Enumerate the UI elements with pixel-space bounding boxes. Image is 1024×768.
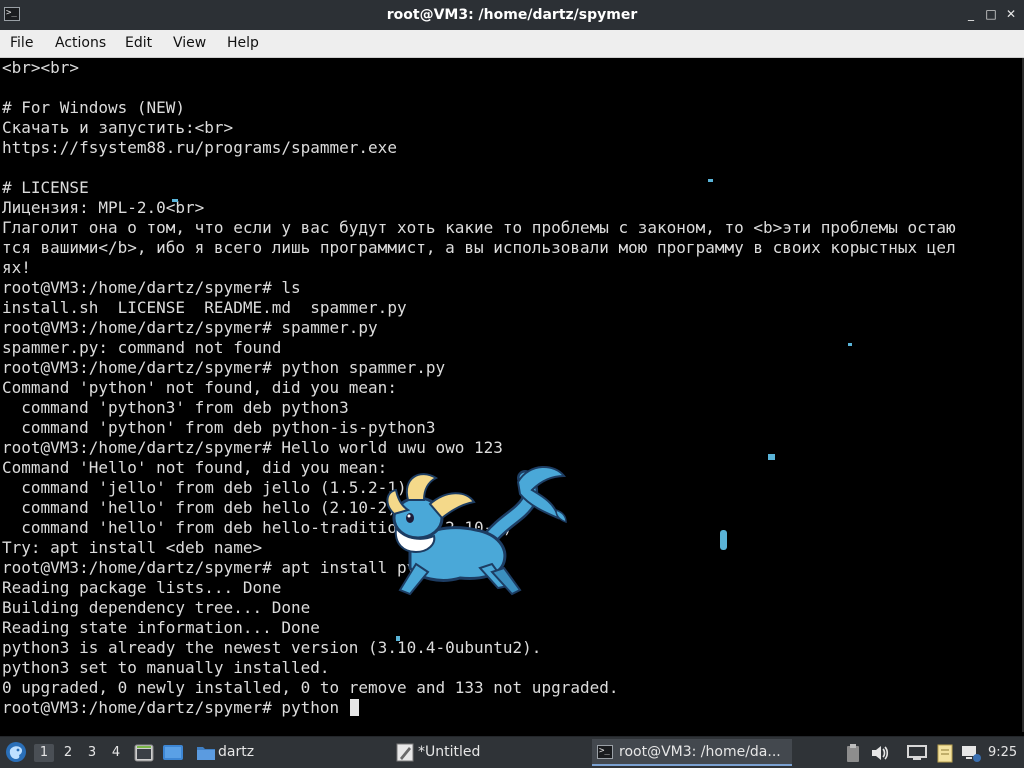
window-title: root@VM3: /home/dartz/spymer [386,7,638,23]
clock[interactable]: 9:25 [988,744,1017,762]
clipboard-icon[interactable] [845,743,861,763]
menu-help[interactable]: Help [227,35,259,51]
task-terminal[interactable]: >_ root@VM3: /home/da... [592,739,792,766]
terminal-line: install.sh LICENSE README.md spammer.py [2,298,407,317]
terminal-line: command 'jello' from deb jello (1.5.2-1) [2,478,407,497]
terminal-line: root@VM3:/home/dartz/spymer# Hello world… [2,438,503,457]
window-titlebar[interactable]: >_ root@VM3: /home/dartz/spymer _ □ ✕ [0,0,1024,30]
terminal-line: command 'python' from deb python-is-pyth… [2,418,436,437]
terminal-line: root@VM3:/home/dartz/spymer# ls [2,278,301,297]
volume-icon[interactable] [870,744,890,762]
terminal-output[interactable]: <br><br> # For Windows (NEW) Скачать и з… [0,58,1022,732]
pet-sparkle [848,343,852,346]
terminal-line: Скачать и запустить:<br> [2,118,234,137]
workspace-3[interactable]: 3 [82,744,102,762]
terminal-line: Command 'python' not found, did you mean… [2,378,397,397]
maximize-button[interactable]: □ [983,6,999,22]
pet-sparkle [768,454,775,460]
terminal-line: Глаголит она о том, что если у вас будут… [2,218,956,237]
terminal-line: Try: apt install <deb name> [2,538,263,557]
show-desktop-icon[interactable] [162,743,184,763]
terminal-line: 0 upgraded, 0 newly installed, 0 to remo… [2,678,619,697]
terminal-line: <br><br> [2,58,80,77]
pet-sparkle [172,199,178,202]
pet-sparkle [720,530,727,550]
terminal-icon: >_ [597,745,613,759]
terminal-line: Reading package lists... Done [2,578,282,597]
start-menu-icon[interactable] [5,741,27,763]
workspace-1[interactable]: 1 [34,744,54,762]
terminal-line: тся вашими</b>, ибо я всего лишь програм… [2,238,956,257]
vaporeon-pet[interactable] [380,460,570,606]
terminal-line: command 'hello' from deb hello (2.10-2) [2,498,397,517]
terminal-line: https://fsystem88.ru/programs/spammer.ex… [2,138,397,157]
terminal-line: Building dependency tree... Done [2,598,311,617]
terminal-line: ях! [2,258,31,277]
terminal-line: spammer.py: command not found [2,338,282,357]
network-icon[interactable] [960,743,982,763]
task-label: root@VM3: /home/da... [619,744,781,760]
task-label: *Untitled [418,744,481,760]
workspace-2[interactable]: 2 [58,744,78,762]
menu-edit[interactable]: Edit [125,35,152,51]
text-editor-icon [396,743,414,762]
minimize-button[interactable]: _ [963,6,979,22]
terminal-line: Command 'Hello' not found, did you mean: [2,458,388,477]
menu-file[interactable]: File [10,35,33,51]
terminal-line: # LICENSE [2,178,89,197]
pet-sparkle [708,179,713,182]
workspace-4[interactable]: 4 [106,744,126,762]
menu-bar: File Actions Edit View Help [0,30,1024,58]
pet-sparkle [396,636,400,641]
terminal-launcher-icon[interactable] [134,743,154,763]
taskbar: 1 2 3 4 dartz *Untitled >_ root@VM3: /ho… [0,736,1024,768]
menu-actions[interactable]: Actions [55,35,106,51]
terminal-line: root@VM3:/home/dartz/spymer# spammer.py [2,318,378,337]
task-text-editor[interactable]: *Untitled [394,739,584,766]
folder-icon [197,747,215,760]
task-file-manager[interactable]: dartz [194,739,384,766]
menu-view[interactable]: View [173,35,206,51]
prompt-text: root@VM3:/home/dartz/spymer# python [2,698,349,717]
text-cursor [349,699,359,716]
terminal-prompt-line[interactable]: root@VM3:/home/dartz/spymer# python [2,698,359,718]
terminal-line: python3 is already the newest version (3… [2,638,542,657]
close-button[interactable]: ✕ [1003,6,1019,22]
terminal-line: # For Windows (NEW) [2,98,186,117]
notes-icon[interactable] [935,742,955,764]
terminal-line: python3 set to manually installed. [2,658,330,677]
display-icon[interactable] [906,744,928,762]
terminal-line: command 'python3' from deb python3 [2,398,349,417]
terminal-line: root@VM3:/home/dartz/spymer# python spam… [2,358,446,377]
terminal-line: Reading state information... Done [2,618,320,637]
task-label: dartz [218,744,255,760]
